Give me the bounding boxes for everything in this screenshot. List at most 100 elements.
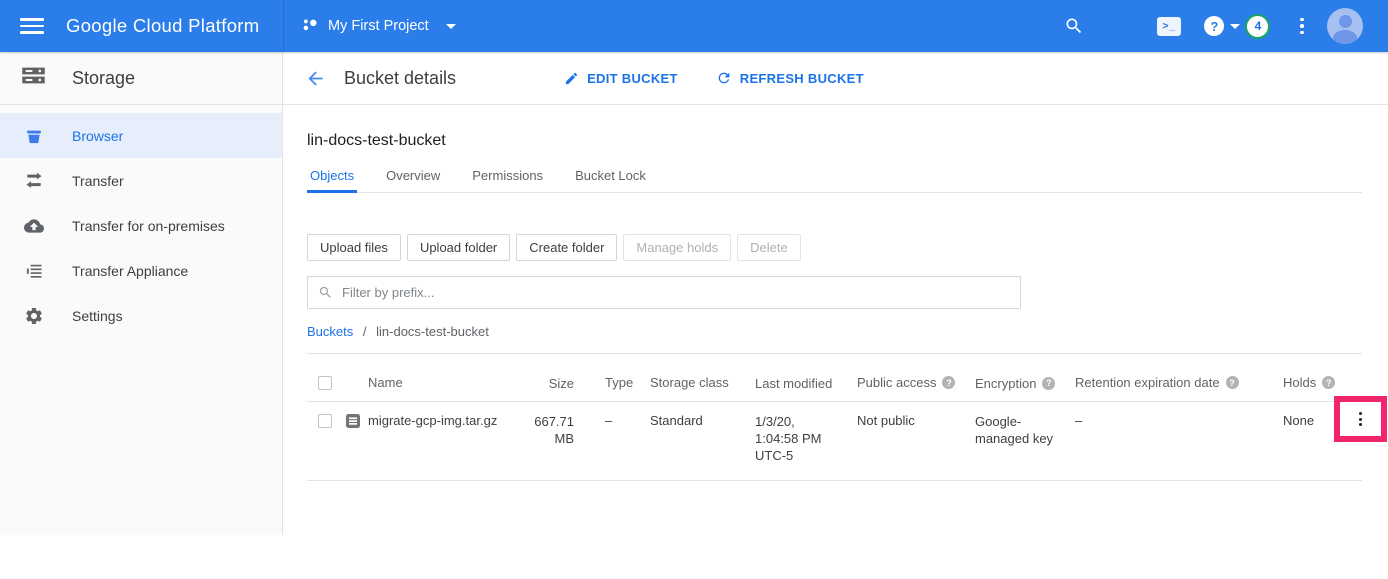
gear-icon <box>24 306 44 326</box>
pencil-icon <box>564 71 579 86</box>
sidebar-item-browser[interactable]: Browser <box>0 113 282 158</box>
column-header-public-access: Public access ? <box>857 375 975 390</box>
notification-count: 4 <box>1255 19 1262 33</box>
sidebar-item-label: Transfer <box>72 173 124 189</box>
cell-encryption: Google-managed key <box>975 413 1057 447</box>
cell-object-name[interactable]: migrate-gcp-img.tar.gz <box>368 413 528 428</box>
objects-table-header: Name Size Type Storage class Last modifi… <box>307 354 1362 402</box>
column-header-encryption: Encryption ? <box>975 375 1075 392</box>
sidebar-nav: Browser Transfer Transfer for on-premise… <box>0 105 282 338</box>
chevron-down-icon <box>446 24 456 29</box>
bucket-name-title: lin-docs-test-bucket <box>307 132 1362 150</box>
filter-box <box>307 276 1021 309</box>
manage-holds-button[interactable]: Manage holds <box>623 234 731 261</box>
help-icon[interactable]: ? <box>1204 16 1240 36</box>
file-icon <box>345 413 368 432</box>
column-label: Public access <box>857 375 936 390</box>
filter-by-prefix-input[interactable] <box>342 285 1010 300</box>
refresh-bucket-label: REFRESH BUCKET <box>740 71 864 86</box>
notifications-badge[interactable]: 4 <box>1245 14 1270 39</box>
help-icon[interactable]: ? <box>1042 377 1055 390</box>
column-label: Encryption <box>975 375 1036 392</box>
sidebar-item-label: Transfer Appliance <box>72 263 188 279</box>
refresh-icon <box>716 70 732 86</box>
page-title: Bucket details <box>344 68 456 89</box>
account-avatar[interactable] <box>1327 8 1363 44</box>
sidebar-item-transfer-appliance[interactable]: Transfer Appliance <box>0 248 282 293</box>
cell-retention-expiration-date: – <box>1075 413 1283 428</box>
help-icon[interactable]: ? <box>942 376 955 389</box>
project-selector[interactable]: My First Project <box>300 15 456 38</box>
column-header-retention-expiration-date: Retention expiration date ? <box>1075 375 1283 390</box>
upload-folder-button[interactable]: Upload folder <box>407 234 510 261</box>
objects-toolbar: Upload files Upload folder Create folder… <box>307 234 1362 261</box>
cell-type: – <box>580 413 650 428</box>
project-name: My First Project <box>328 18 429 34</box>
bucket-icon <box>24 126 44 146</box>
cell-size: 667.71 MB <box>528 413 580 447</box>
breadcrumb-current: lin-docs-test-bucket <box>376 324 489 339</box>
select-all-checkbox[interactable] <box>318 376 332 390</box>
cell-last-modified: 1/3/20, 1:04:58 PM UTC-5 <box>755 413 829 464</box>
product-name: Google Cloud Platform <box>66 15 283 37</box>
search-icon[interactable] <box>1064 16 1084 36</box>
filter-search-icon <box>318 285 333 300</box>
column-header-type: Type <box>580 375 650 390</box>
topbar-actions: >_ ? 4 <box>1064 8 1388 44</box>
gcp-console-page: Google Cloud Platform My First Project >… <box>0 0 1388 579</box>
appliance-icon <box>24 261 44 281</box>
top-navigation-bar: Google Cloud Platform My First Project >… <box>0 0 1388 52</box>
breadcrumb: Buckets / lin-docs-test-bucket <box>307 324 1362 339</box>
tab-overview[interactable]: Overview <box>383 161 443 192</box>
help-glyph: ? <box>1210 19 1218 34</box>
edit-bucket-button[interactable]: EDIT BUCKET <box>564 71 678 86</box>
tab-permissions[interactable]: Permissions <box>469 161 546 192</box>
transfer-arrows-icon <box>24 171 44 191</box>
menu-hamburger-icon[interactable] <box>20 14 44 39</box>
topbar-divider <box>283 0 284 52</box>
edit-bucket-label: EDIT BUCKET <box>587 71 678 86</box>
cloud-shell-icon[interactable]: >_ <box>1157 17 1181 36</box>
sidebar-item-transfer-on-premises[interactable]: Transfer for on-premises <box>0 203 282 248</box>
help-icon[interactable]: ? <box>1226 376 1239 389</box>
cell-storage-class: Standard <box>650 413 755 428</box>
storage-sidebar: Storage Browser Transfer <box>0 52 283 535</box>
column-header-holds: Holds ? <box>1283 375 1343 390</box>
bucket-details-header: Bucket details EDIT BUCKET REFRESH BUCKE… <box>283 52 1388 105</box>
bucket-tabs: Objects Overview Permissions Bucket Lock <box>307 161 1362 193</box>
sidebar-item-settings[interactable]: Settings <box>0 293 282 338</box>
help-chevron-down-icon <box>1230 24 1240 29</box>
upload-files-button[interactable]: Upload files <box>307 234 401 261</box>
column-label: Retention expiration date <box>1075 375 1220 390</box>
sidebar-item-transfer[interactable]: Transfer <box>0 158 282 203</box>
back-arrow-icon[interactable] <box>305 68 326 89</box>
cell-public-access: Not public <box>857 413 975 428</box>
breadcrumb-buckets-link[interactable]: Buckets <box>307 324 353 339</box>
table-row[interactable]: migrate-gcp-img.tar.gz 667.71 MB – Stand… <box>307 402 1362 481</box>
sidebar-title: Storage <box>72 68 135 89</box>
refresh-bucket-button[interactable]: REFRESH BUCKET <box>716 70 864 86</box>
help-icon[interactable]: ? <box>1322 376 1335 389</box>
main-panel: Bucket details EDIT BUCKET REFRESH BUCKE… <box>283 52 1388 535</box>
storage-logo-icon <box>20 62 47 94</box>
column-header-size: Size <box>528 375 580 392</box>
project-icon <box>300 15 319 38</box>
sidebar-item-label: Settings <box>72 308 123 324</box>
delete-button[interactable]: Delete <box>737 234 801 261</box>
more-options-icon[interactable] <box>1300 18 1304 34</box>
annotation-highlight-box <box>1334 396 1387 442</box>
shell-prompt-glyph: >_ <box>1162 20 1176 32</box>
tab-objects[interactable]: Objects <box>307 161 357 193</box>
row-actions-menu-icon[interactable] <box>1359 412 1362 426</box>
create-folder-button[interactable]: Create folder <box>516 234 617 261</box>
column-header-storage-class: Storage class <box>650 375 755 390</box>
sidebar-item-label: Transfer for on-premises <box>72 218 225 234</box>
cloud-upload-icon <box>24 216 44 236</box>
row-checkbox[interactable] <box>318 414 332 428</box>
bucket-content: lin-docs-test-bucket Objects Overview Pe… <box>283 105 1388 481</box>
sidebar-header: Storage <box>0 52 282 105</box>
tab-bucket-lock[interactable]: Bucket Lock <box>572 161 649 192</box>
column-header-last-modified: Last modified <box>755 375 857 392</box>
column-label: Holds <box>1283 375 1316 390</box>
breadcrumb-separator: / <box>363 324 367 339</box>
